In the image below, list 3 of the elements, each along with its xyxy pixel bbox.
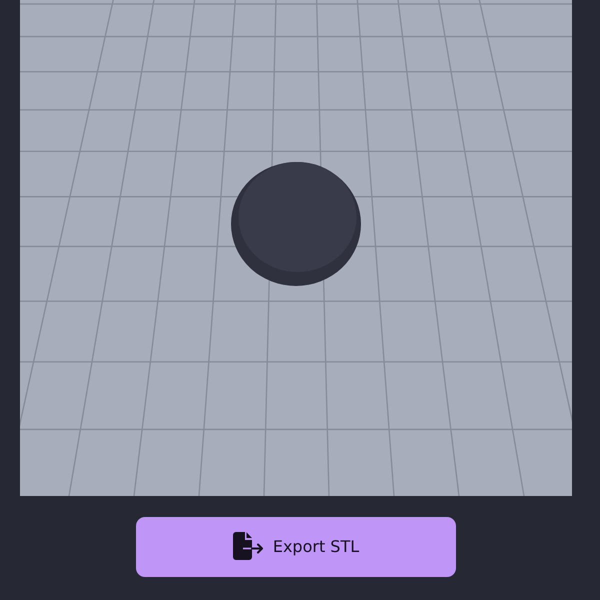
- file-export-icon: [232, 532, 264, 560]
- 3d-viewport[interactable]: [20, 0, 572, 496]
- export-button[interactable]: Export STL: [136, 517, 456, 577]
